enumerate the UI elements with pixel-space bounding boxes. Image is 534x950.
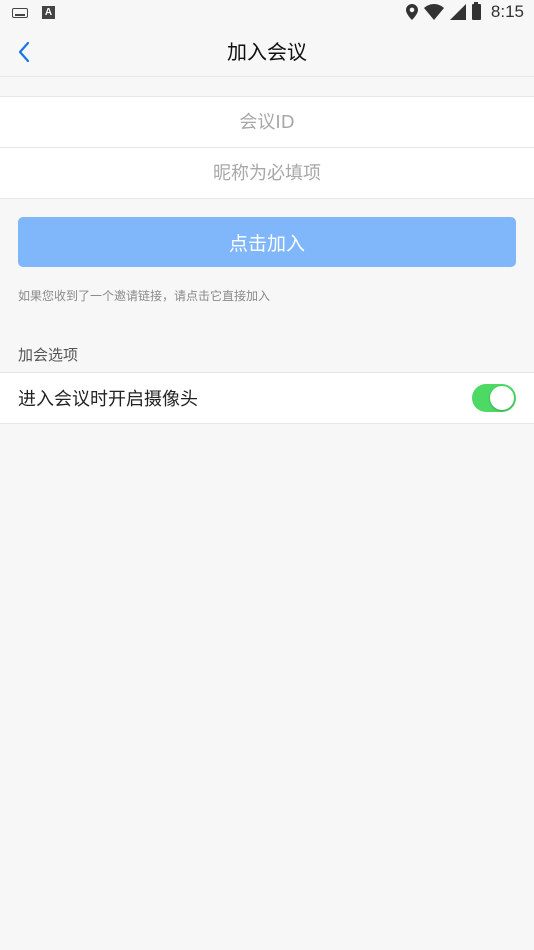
options-section-title: 加会选项 [18, 346, 79, 364]
location-icon [405, 4, 418, 20]
meeting-id-input[interactable] [0, 96, 534, 148]
meeting-id-row [0, 96, 534, 148]
join-button[interactable]: 点击加入 [18, 217, 516, 267]
camera-toggle[interactable] [472, 384, 516, 412]
signal-icon [449, 4, 466, 20]
camera-option-row: 进入会议时开启摄像头 [0, 372, 534, 424]
nickname-row [0, 147, 534, 199]
camera-option-label: 进入会议时开启摄像头 [18, 389, 198, 410]
nav-bar: 加入会议 [0, 28, 534, 77]
invite-hint: 如果您收到了一个邀请链接，请点击它直接加入 [18, 289, 271, 303]
status-bar: A 8:15 [0, 0, 534, 28]
toggle-knob [490, 386, 514, 410]
page-title: 加入会议 [227, 40, 307, 64]
wifi-icon [423, 4, 444, 20]
status-left-icons: A [12, 6, 55, 19]
nickname-input[interactable] [0, 147, 534, 199]
keyboard-icon [12, 7, 28, 18]
join-form [0, 96, 534, 199]
a-icon: A [42, 6, 55, 19]
battery-icon [471, 2, 481, 20]
status-time: 8:15 [490, 2, 524, 21]
status-right-icons: 8:15 [405, 2, 524, 22]
